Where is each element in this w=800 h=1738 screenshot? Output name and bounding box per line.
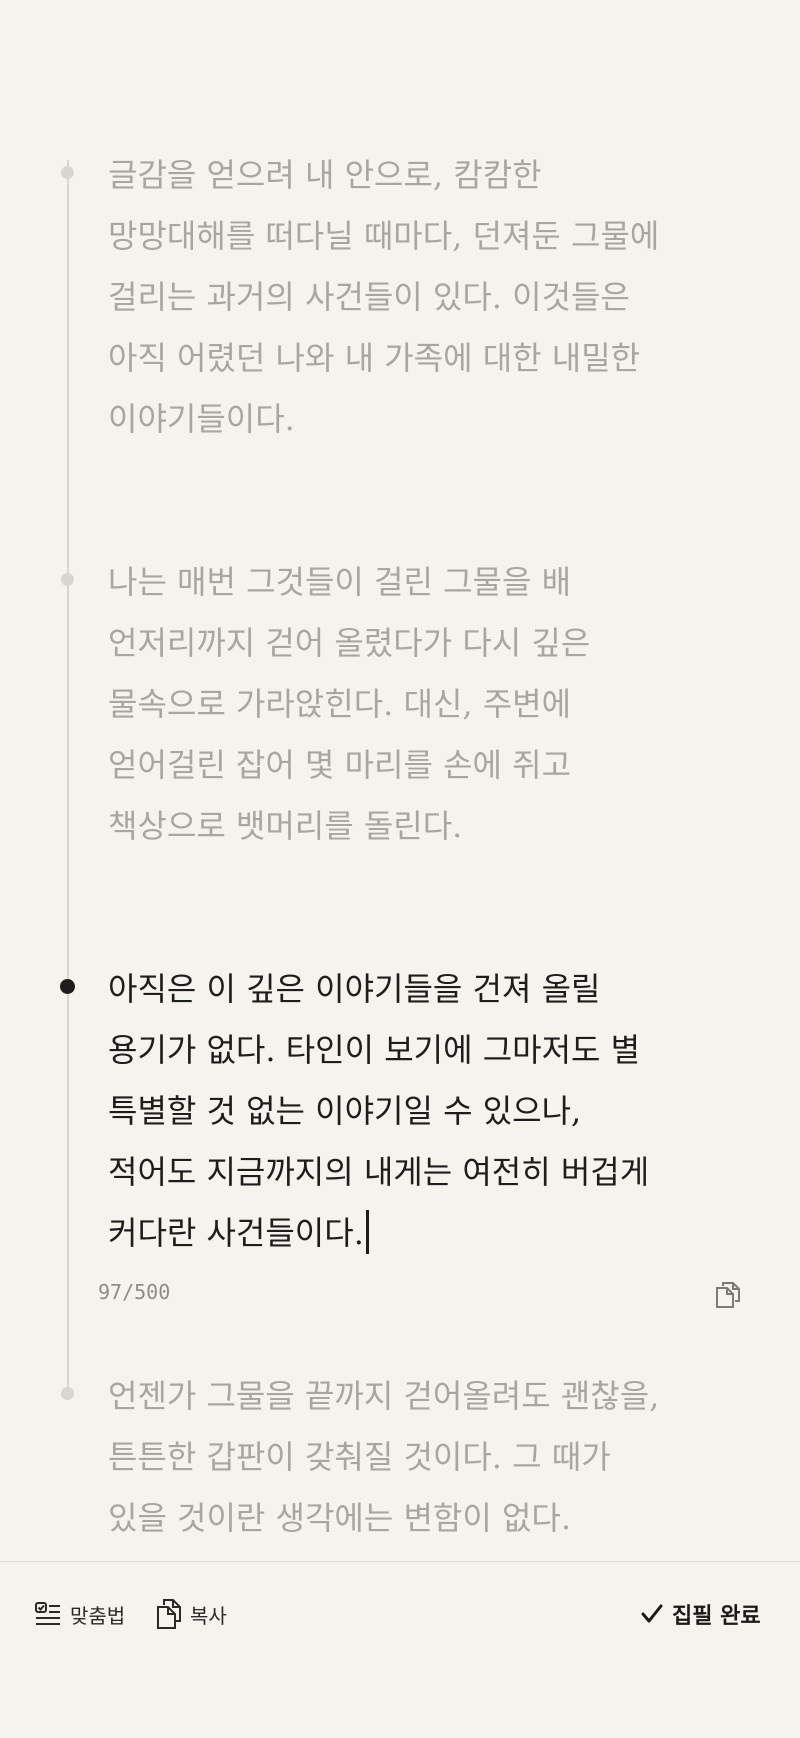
paragraph-1[interactable]: 글감을 얻으려 내 안으로, 캄캄한 망망대해를 떠다닐 때마다, 던져둔 그물… bbox=[108, 145, 748, 450]
copy-button[interactable]: 복사 bbox=[156, 1596, 227, 1632]
paragraph-line: 적어도 지금까지의 내게는 여전히 버겁게 bbox=[108, 1142, 748, 1203]
timeline-line bbox=[67, 160, 69, 1400]
paragraph-4[interactable]: 언젠가 그물을 끝까지 걷어올려도 괜찮을, 튼튼한 갑판이 갖춰질 것이다. … bbox=[108, 1366, 748, 1549]
copy-icon bbox=[156, 1598, 182, 1630]
paragraph-marker bbox=[61, 166, 74, 179]
character-count: 97/500 bbox=[98, 1280, 170, 1304]
copy-label: 복사 bbox=[190, 1600, 227, 1629]
spellcheck-button[interactable]: 맞춤법 bbox=[34, 1596, 125, 1632]
paragraph-line-last: 커다란 사건들이다. bbox=[108, 1203, 748, 1264]
paragraph-line: 있을 것이란 생각에는 변함이 없다. bbox=[108, 1488, 748, 1549]
paragraph-line: 책상으로 뱃머리를 돌린다. bbox=[108, 796, 748, 857]
paragraph-line: 얻어걸린 잡어 몇 마리를 손에 쥐고 bbox=[108, 735, 748, 796]
paragraph-line: 특별할 것 없는 이야기일 수 있으나, bbox=[108, 1081, 748, 1142]
paragraph-line: 언저리까지 걷어 올렸다가 다시 깊은 bbox=[108, 613, 748, 674]
paragraph-line: 튼튼한 갑판이 갖춰질 것이다. 그 때가 bbox=[108, 1427, 748, 1488]
paragraph-line: 용기가 없다. 타인이 보기에 그마저도 별 bbox=[108, 1020, 748, 1081]
paragraph-line: 아직은 이 깊은 이야기들을 건져 올릴 bbox=[108, 959, 748, 1020]
paragraph-line: 걸리는 과거의 사건들이 있다. 이것들은 bbox=[108, 267, 748, 328]
finish-writing-button[interactable]: 집필 완료 bbox=[640, 1596, 761, 1632]
paragraph-3-active-editor[interactable]: 아직은 이 깊은 이야기들을 건져 올릴 용기가 없다. 타인이 보기에 그마저… bbox=[108, 959, 748, 1264]
paragraph-line: 나는 매번 그것들이 걸린 그물을 배 bbox=[108, 552, 748, 613]
paragraph-marker bbox=[61, 1387, 74, 1400]
paragraph-line: 물속으로 가라앉힌다. 대신, 주변에 bbox=[108, 674, 748, 735]
paragraph-line: 글감을 얻으려 내 안으로, 캄캄한 bbox=[108, 145, 748, 206]
spellcheck-icon bbox=[34, 1601, 62, 1627]
finish-writing-label: 집필 완료 bbox=[672, 1598, 761, 1630]
paragraph-line: 언젠가 그물을 끝까지 걷어올려도 괜찮을, bbox=[108, 1366, 748, 1427]
paragraph-2[interactable]: 나는 매번 그것들이 걸린 그물을 배 언저리까지 걷어 올렸다가 다시 깊은 … bbox=[108, 552, 748, 857]
checkmark-icon bbox=[640, 1602, 664, 1626]
paragraph-line-text: 커다란 사건들이다. bbox=[108, 1214, 364, 1252]
paragraph-marker bbox=[61, 573, 74, 586]
bottom-toolbar: 맞춤법 복사 집필 완료 bbox=[0, 1562, 800, 1662]
copy-icon[interactable] bbox=[714, 1279, 742, 1309]
paragraph-line: 아직 어렸던 나와 내 가족에 대한 내밀한 bbox=[108, 328, 748, 389]
spellcheck-label: 맞춤법 bbox=[70, 1600, 125, 1629]
text-caret bbox=[366, 1210, 369, 1254]
paragraph-line: 망망대해를 떠다닐 때마다, 던져둔 그물에 bbox=[108, 206, 748, 267]
paragraph-marker-active bbox=[60, 979, 75, 994]
paragraph-line: 이야기들이다. bbox=[108, 389, 748, 450]
